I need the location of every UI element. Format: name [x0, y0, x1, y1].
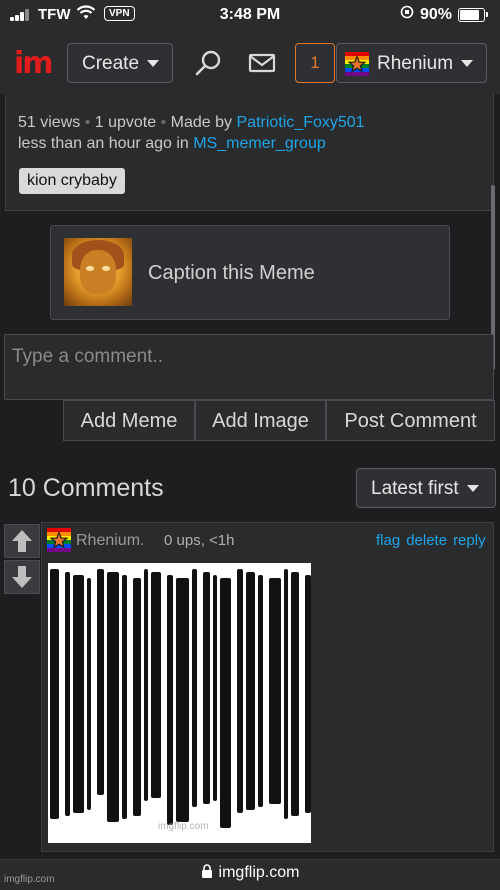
comment-image[interactable]: imgflip.com — [48, 563, 311, 843]
commenter-flag-icon — [47, 528, 71, 552]
site-watermark: imgflip.com — [4, 874, 55, 885]
image-stripe — [284, 569, 288, 819]
image-watermark: imgflip.com — [158, 821, 209, 832]
rotation-lock-icon — [400, 5, 414, 22]
upvote-button[interactable] — [4, 524, 40, 558]
notification-count-button[interactable]: 1 — [295, 43, 335, 83]
image-stripe — [192, 569, 197, 807]
commenter-name[interactable]: Rhenium. — [76, 532, 144, 550]
caption-this-meme-label: Caption this Meme — [148, 262, 315, 284]
chevron-down-icon — [461, 60, 474, 68]
chevron-down-icon — [147, 60, 160, 68]
image-stripe — [176, 578, 189, 822]
author-link[interactable]: Patriotic_Foxy501 — [237, 114, 365, 131]
image-stripe — [107, 572, 119, 822]
sort-label: Latest first — [371, 478, 459, 499]
comment-placeholder: Type a comment.. — [12, 346, 164, 367]
image-stripe — [291, 572, 299, 816]
downvote-button[interactable] — [4, 560, 40, 594]
image-stripe — [203, 572, 210, 804]
image-stripe — [87, 578, 91, 810]
create-button[interactable]: Create — [67, 43, 173, 83]
reply-link[interactable]: reply — [453, 532, 486, 549]
chevron-down-icon — [466, 485, 479, 493]
image-stripe — [213, 575, 217, 801]
image-stripe — [237, 569, 243, 813]
image-stripe — [246, 572, 255, 810]
site-logo[interactable]: im — [14, 46, 54, 81]
image-stripe — [50, 569, 59, 819]
create-label: Create — [82, 53, 140, 74]
image-stripe — [122, 575, 127, 819]
image-stripe — [220, 578, 231, 828]
url-text: imgflip.com — [218, 864, 300, 881]
separator-dot: • — [160, 114, 167, 131]
image-stripe — [151, 572, 161, 798]
flag-link[interactable]: flag — [376, 532, 400, 549]
posted-time: less than an hour ago in — [18, 135, 189, 152]
image-stripe — [305, 575, 311, 813]
meme-stats: 51 views • 1 upvote • Made by Patriotic_… — [18, 114, 365, 132]
comment-meta: 0 ups, <1h — [164, 532, 235, 549]
upvote-count: 1 upvote — [94, 114, 157, 131]
meme-tag[interactable]: kion crybaby — [19, 168, 125, 194]
views-count: 51 views — [18, 114, 81, 131]
sort-select[interactable]: Latest first — [356, 468, 496, 508]
image-stripe — [97, 569, 104, 795]
add-meme-button[interactable]: Add Meme — [63, 400, 195, 441]
image-stripe — [65, 572, 70, 816]
username-label: Rhenium — [377, 53, 454, 74]
comments-count: 10 Comments — [8, 474, 164, 502]
mail-icon[interactable] — [248, 52, 276, 74]
search-icon[interactable] — [195, 49, 223, 77]
comment-actions-links: flag delete reply — [370, 532, 486, 549]
image-stripe — [167, 575, 173, 825]
image-stripe — [258, 575, 263, 807]
image-stripe — [269, 578, 281, 804]
lock-icon — [201, 864, 212, 878]
battery-icon — [458, 8, 488, 22]
image-stripe — [73, 575, 84, 813]
arrow-up-icon — [12, 530, 32, 552]
made-by-label: Made by — [170, 114, 233, 131]
user-flag-icon — [345, 52, 369, 76]
distorted-text-image — [50, 569, 311, 828]
url-label[interactable]: imgflip.com — [0, 864, 500, 882]
user-menu-button[interactable]: Rhenium — [336, 43, 487, 83]
comment-actions: Add Meme Add Image Post Comment — [63, 400, 495, 441]
arrow-down-icon — [12, 566, 32, 588]
add-image-button[interactable]: Add Image — [195, 400, 326, 441]
image-stripe — [133, 578, 141, 816]
image-stripe — [144, 569, 148, 801]
stream-link[interactable]: MS_memer_group — [193, 135, 326, 152]
battery-percent: 90% — [420, 6, 453, 23]
separator-dot: • — [84, 114, 91, 131]
meme-posted-line: less than an hour ago in MS_memer_group — [18, 135, 326, 153]
post-comment-button[interactable]: Post Comment — [326, 400, 495, 441]
delete-link[interactable]: delete — [406, 532, 447, 549]
meme-thumbnail — [64, 238, 132, 306]
